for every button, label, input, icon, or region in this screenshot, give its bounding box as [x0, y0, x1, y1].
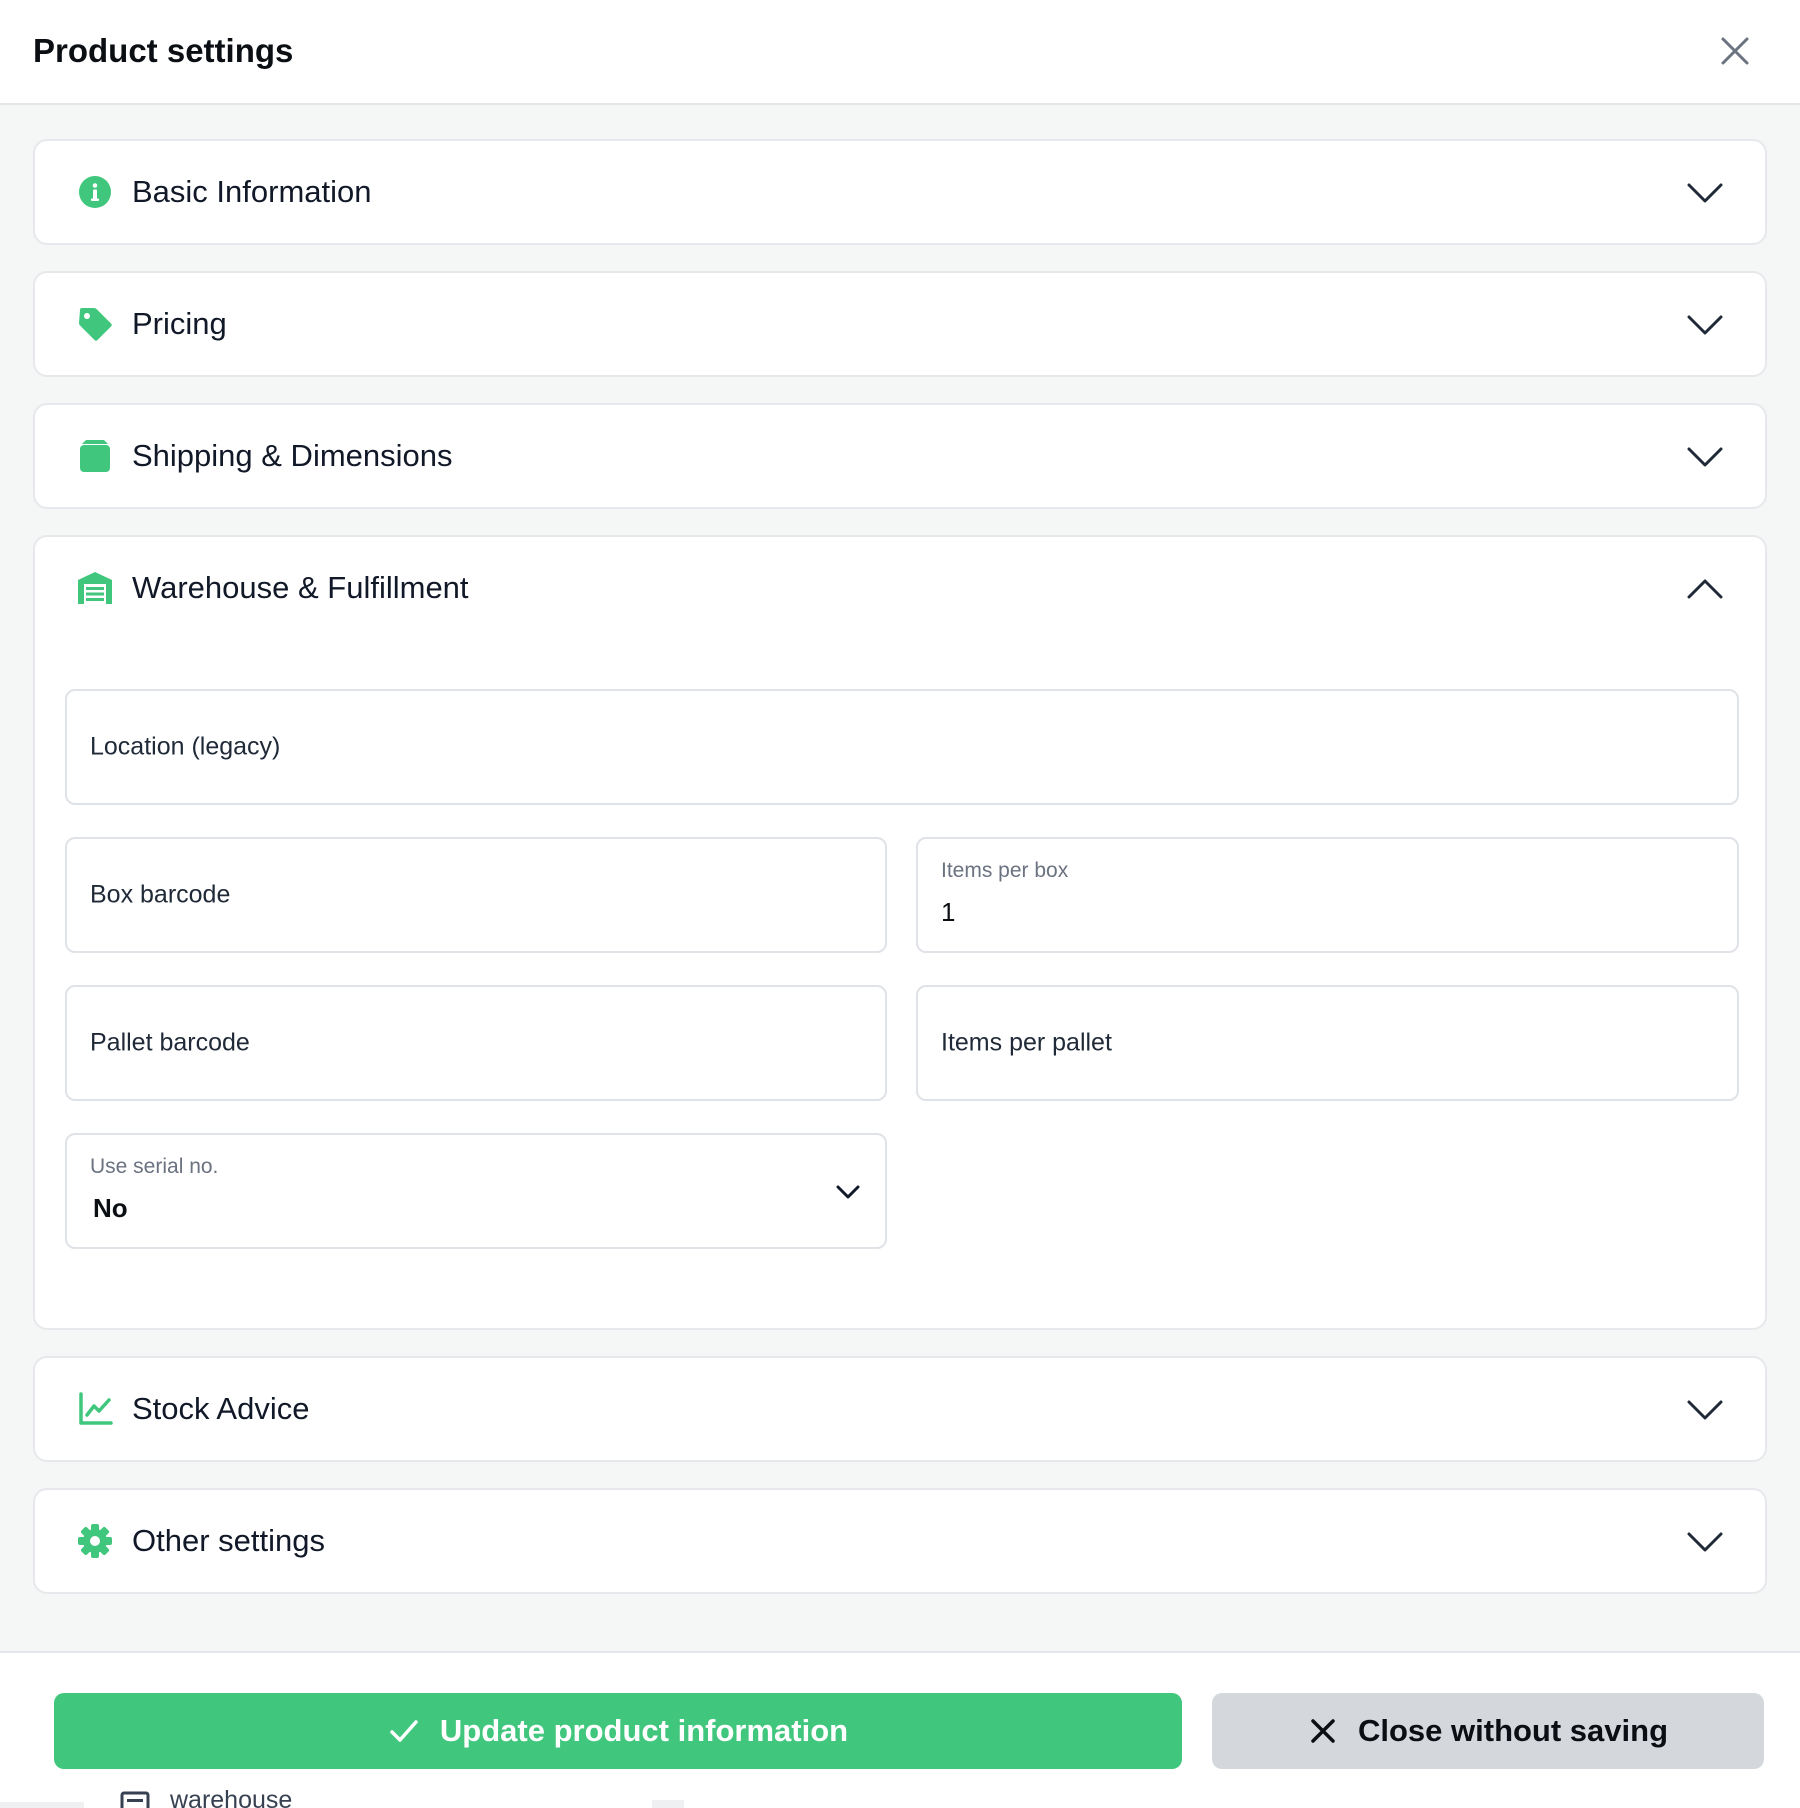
chevron-down-icon — [1687, 447, 1723, 467]
chevron-down-icon — [836, 1185, 860, 1199]
pallet-barcode-label: Pallet barcode — [90, 1028, 250, 1057]
section-shipping-dimensions: Shipping & Dimensions — [33, 403, 1767, 509]
section-stock-advice: Stock Advice — [33, 1356, 1767, 1462]
close-icon — [1311, 1719, 1335, 1743]
section-header-warehouse-fulfillment[interactable]: Warehouse & Fulfillment — [35, 537, 1765, 639]
close-without-saving-button[interactable]: Close without saving — [1212, 1693, 1764, 1769]
check-icon — [390, 1720, 418, 1742]
update-product-label: Update product information — [439, 1713, 849, 1748]
warehouse-icon — [78, 572, 112, 604]
underlay-nav-item: warehouse — [120, 1786, 292, 1808]
section-title: Stock Advice — [132, 1391, 310, 1426]
section-header-basic-information[interactable]: Basic Information — [35, 141, 1765, 243]
section-basic-information: Basic Information — [33, 139, 1767, 245]
section-header-pricing[interactable]: Pricing — [35, 273, 1765, 375]
section-title: Other settings — [132, 1523, 325, 1558]
items-per-pallet-field[interactable]: Items per pallet — [916, 985, 1739, 1101]
warehouse-icon — [120, 1791, 150, 1808]
chevron-down-icon — [1687, 1532, 1723, 1552]
modal-header: Product settings — [0, 0, 1800, 105]
section-pricing: Pricing — [33, 271, 1767, 377]
close-without-saving-label: Close without saving — [1357, 1713, 1669, 1748]
modal-footer: Update product information Close without… — [0, 1651, 1800, 1808]
page-title: Product settings — [33, 32, 294, 69]
section-header-stock-advice[interactable]: Stock Advice — [35, 1358, 1765, 1460]
section-title: Basic Information — [132, 174, 372, 209]
section-title: Pricing — [132, 306, 227, 341]
underlay-strip — [652, 1800, 684, 1808]
section-header-other-settings[interactable]: Other settings — [35, 1490, 1765, 1592]
box-barcode-field[interactable]: Box barcode — [65, 837, 887, 953]
close-icon[interactable] — [1716, 32, 1754, 70]
section-title: Warehouse & Fulfillment — [132, 570, 469, 605]
pallet-barcode-field[interactable]: Pallet barcode — [65, 985, 887, 1101]
use-serial-label: Use serial no. — [90, 1155, 219, 1178]
use-serial-value: No — [93, 1193, 128, 1223]
box-barcode-label: Box barcode — [90, 880, 231, 909]
location-field[interactable]: Location (legacy) — [65, 689, 1739, 805]
location-label: Location (legacy) — [90, 732, 281, 761]
use-serial-select[interactable]: Use serial no. No — [65, 1133, 887, 1249]
gear-icon — [78, 1524, 112, 1558]
underlay-strip — [0, 1802, 84, 1808]
underlay-nav-label: warehouse — [170, 1786, 293, 1808]
chevron-up-icon — [1687, 579, 1723, 599]
info-circle-icon — [79, 176, 111, 208]
items-per-pallet-label: Items per pallet — [941, 1028, 1112, 1057]
update-product-button[interactable]: Update product information — [54, 1693, 1182, 1769]
items-per-box-field[interactable]: Items per box 1 — [916, 837, 1739, 953]
chevron-down-icon — [1687, 183, 1723, 203]
section-header-shipping-dimensions[interactable]: Shipping & Dimensions — [35, 405, 1765, 507]
section-warehouse-fulfillment: Warehouse & Fulfillment Location (legacy… — [33, 535, 1767, 1330]
items-per-box-label: Items per box — [941, 859, 1069, 882]
section-title: Shipping & Dimensions — [132, 438, 453, 473]
chart-line-icon — [79, 1392, 113, 1425]
items-per-box-value: 1 — [941, 897, 956, 927]
chevron-down-icon — [1687, 1400, 1723, 1420]
section-other-settings: Other settings — [33, 1488, 1767, 1594]
chevron-down-icon — [1687, 315, 1723, 335]
tag-icon — [79, 308, 112, 341]
box-icon — [80, 440, 110, 472]
